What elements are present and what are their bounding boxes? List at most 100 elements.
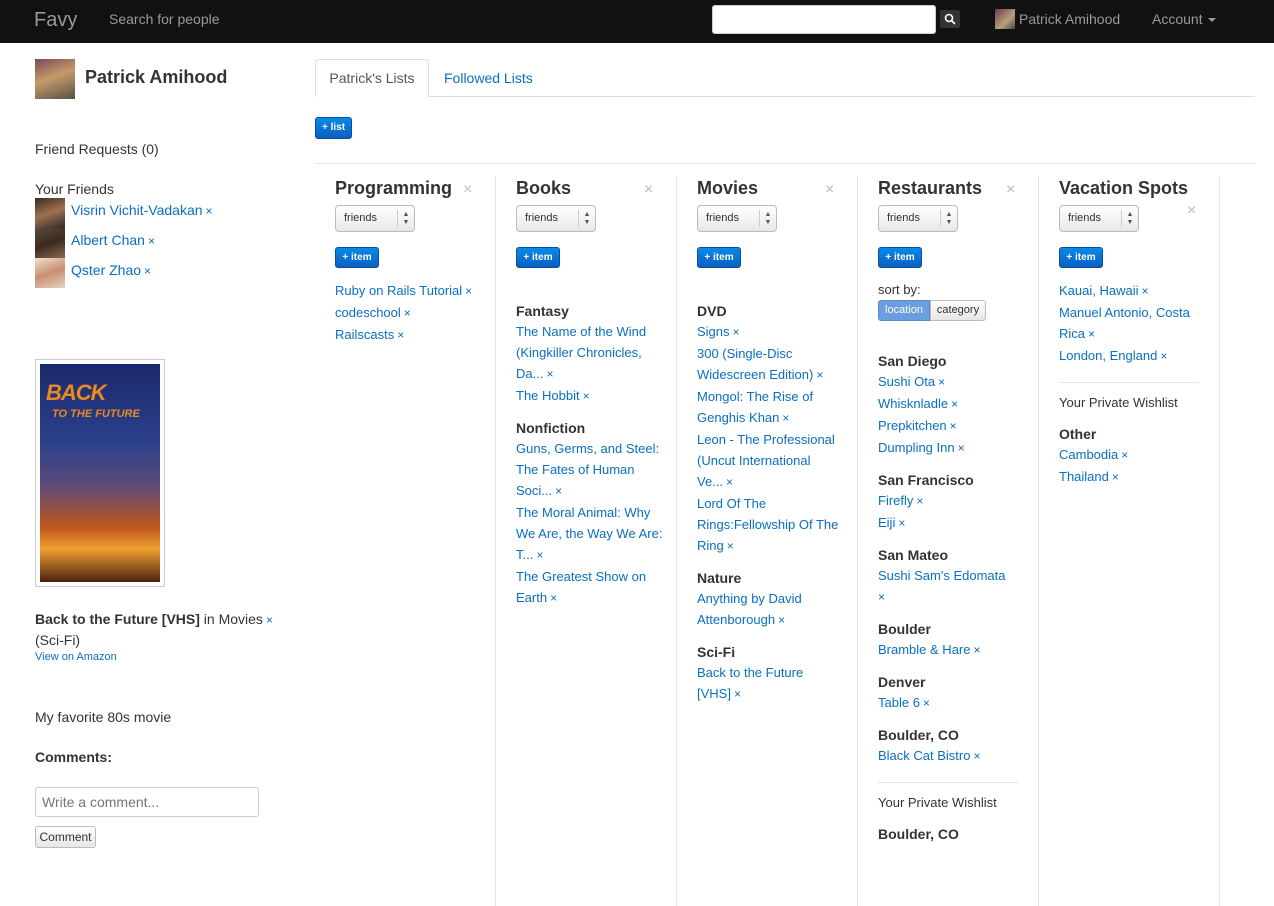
remove-item-icon[interactable]: ×: [727, 539, 734, 553]
remove-item-icon[interactable]: ×: [916, 494, 923, 508]
item-link[interactable]: 300 (Single-Disc Widescreen Edition): [697, 346, 813, 382]
brand-logo[interactable]: Favy: [34, 9, 77, 32]
privacy-select[interactable]: friends ▲ ▼: [1059, 205, 1139, 232]
remove-item-icon[interactable]: ×: [397, 328, 404, 342]
item-link[interactable]: Cambodia: [1059, 447, 1118, 462]
privacy-select[interactable]: friends ▲ ▼: [516, 205, 596, 232]
item-link[interactable]: codeschool: [335, 305, 401, 320]
remove-item-icon[interactable]: ×: [973, 643, 980, 657]
item-link[interactable]: Eiji: [878, 515, 895, 530]
remove-item-icon[interactable]: ×: [1142, 284, 1149, 298]
remove-item-icon[interactable]: ×: [1088, 327, 1095, 341]
remove-recommendation-icon[interactable]: ×: [266, 613, 273, 627]
remove-item-icon[interactable]: ×: [923, 696, 930, 710]
user-avatar[interactable]: [995, 9, 1015, 29]
item-link[interactable]: Firefly: [878, 493, 913, 508]
close-list-icon[interactable]: ×: [644, 181, 653, 199]
remove-item-icon[interactable]: ×: [465, 284, 472, 298]
item-link[interactable]: Ruby on Rails Tutorial: [335, 283, 462, 298]
poster-thumbnail[interactable]: BACK TO THE FUTURE: [35, 359, 165, 587]
close-list-icon[interactable]: ×: [1006, 181, 1015, 199]
privacy-select[interactable]: friends ▲ ▼: [335, 205, 415, 232]
add-item-button[interactable]: + item: [878, 247, 922, 268]
search-button[interactable]: [940, 10, 960, 28]
item-link[interactable]: Signs: [697, 324, 730, 339]
remove-item-icon[interactable]: ×: [938, 375, 945, 389]
item-link[interactable]: Black Cat Bistro: [878, 748, 970, 763]
add-item-button[interactable]: + item: [516, 247, 560, 268]
add-item-button[interactable]: + item: [697, 247, 741, 268]
add-item-button[interactable]: + item: [1059, 247, 1103, 268]
remove-item-icon[interactable]: ×: [782, 411, 789, 425]
account-dropdown[interactable]: Account: [1152, 11, 1216, 27]
tab-patricks-lists[interactable]: Patrick's Lists: [315, 59, 429, 97]
close-list-icon[interactable]: ×: [825, 181, 834, 199]
search-input[interactable]: [712, 5, 936, 34]
item-link[interactable]: Anything by David Attenborough: [697, 591, 802, 627]
item-link[interactable]: London, England: [1059, 348, 1157, 363]
item-link[interactable]: Table 6: [878, 695, 920, 710]
item-link[interactable]: Railscasts: [335, 327, 394, 342]
remove-item-icon[interactable]: ×: [973, 749, 980, 763]
item-link[interactable]: Guns, Germs, and Steel: The Fates of Hum…: [516, 441, 659, 498]
remove-item-icon[interactable]: ×: [734, 687, 741, 701]
friend-avatar[interactable]: [35, 258, 65, 288]
remove-item-icon[interactable]: ×: [1121, 448, 1128, 462]
item-link[interactable]: Mongol: The Rise of Genghis Khan: [697, 389, 813, 425]
remove-item-icon[interactable]: ×: [1160, 349, 1167, 363]
friend-link[interactable]: Albert Chan: [71, 232, 145, 248]
item-link[interactable]: Sushi Ota: [878, 374, 935, 389]
item-link[interactable]: Back to the Future [VHS]: [697, 665, 803, 701]
remove-item-icon[interactable]: ×: [1112, 470, 1119, 484]
sort-category-button[interactable]: category: [930, 300, 986, 321]
item-link[interactable]: Bramble & Hare: [878, 642, 970, 657]
remove-item-icon[interactable]: ×: [898, 516, 905, 530]
close-list-icon[interactable]: ×: [463, 181, 472, 199]
privacy-select[interactable]: friends ▲ ▼: [878, 205, 958, 232]
add-list-button[interactable]: + list: [315, 117, 352, 139]
remove-item-icon[interactable]: ×: [536, 548, 543, 562]
item-link[interactable]: Thailand: [1059, 469, 1109, 484]
remove-item-icon[interactable]: ×: [550, 591, 557, 605]
item-link[interactable]: Whisknladle: [878, 396, 948, 411]
remove-item-icon[interactable]: ×: [951, 397, 958, 411]
item-link[interactable]: Lord Of The Rings:Fellowship Of The Ring: [697, 496, 838, 553]
user-name-link[interactable]: Patrick Amihood: [1019, 11, 1120, 27]
comment-button[interactable]: Comment: [35, 826, 96, 848]
item-link[interactable]: Dumpling Inn: [878, 440, 955, 455]
friend-requests[interactable]: Friend Requests (0): [35, 141, 159, 157]
item-link[interactable]: The Hobbit: [516, 388, 580, 403]
view-on-amazon-link[interactable]: View on Amazon: [35, 651, 117, 663]
sort-location-button[interactable]: location: [878, 300, 930, 321]
tab-followed-lists[interactable]: Followed Lists: [444, 70, 533, 86]
item-link[interactable]: The Name of the Wind (Kingkiller Chronic…: [516, 324, 646, 381]
remove-friend-icon[interactable]: ×: [144, 264, 151, 278]
item-link[interactable]: Leon - The Professional (Uncut Internati…: [697, 432, 835, 489]
comment-input[interactable]: [35, 787, 259, 817]
remove-item-icon[interactable]: ×: [546, 367, 553, 381]
remove-friend-icon[interactable]: ×: [148, 234, 155, 248]
remove-item-icon[interactable]: ×: [958, 441, 965, 455]
remove-item-icon[interactable]: ×: [726, 475, 733, 489]
remove-item-icon[interactable]: ×: [733, 325, 740, 339]
close-list-icon[interactable]: ×: [1187, 202, 1196, 220]
item-link[interactable]: Manuel Antonio, Costa Rica: [1059, 305, 1190, 341]
privacy-select[interactable]: friends ▲ ▼: [697, 205, 777, 232]
add-item-button[interactable]: + item: [335, 247, 379, 268]
friend-link[interactable]: Qster Zhao: [71, 262, 141, 278]
remove-friend-icon[interactable]: ×: [206, 204, 213, 218]
search-people-link[interactable]: Search for people: [109, 11, 220, 27]
remove-item-icon[interactable]: ×: [816, 368, 823, 382]
remove-item-icon[interactable]: ×: [778, 613, 785, 627]
remove-item-icon[interactable]: ×: [555, 484, 562, 498]
item-link[interactable]: Prepkitchen: [878, 418, 947, 433]
remove-item-icon[interactable]: ×: [878, 590, 885, 604]
item-link[interactable]: Sushi Sam's Edomata: [878, 568, 1006, 583]
remove-item-icon[interactable]: ×: [583, 389, 590, 403]
item-link[interactable]: Kauai, Hawaii: [1059, 283, 1139, 298]
remove-item-icon[interactable]: ×: [404, 306, 411, 320]
friend-avatar[interactable]: [35, 198, 65, 228]
friend-link[interactable]: Visrin Vichit-Vadakan: [71, 202, 203, 218]
item-link[interactable]: The Greatest Show on Earth: [516, 569, 646, 605]
friend-avatar[interactable]: [35, 228, 65, 258]
